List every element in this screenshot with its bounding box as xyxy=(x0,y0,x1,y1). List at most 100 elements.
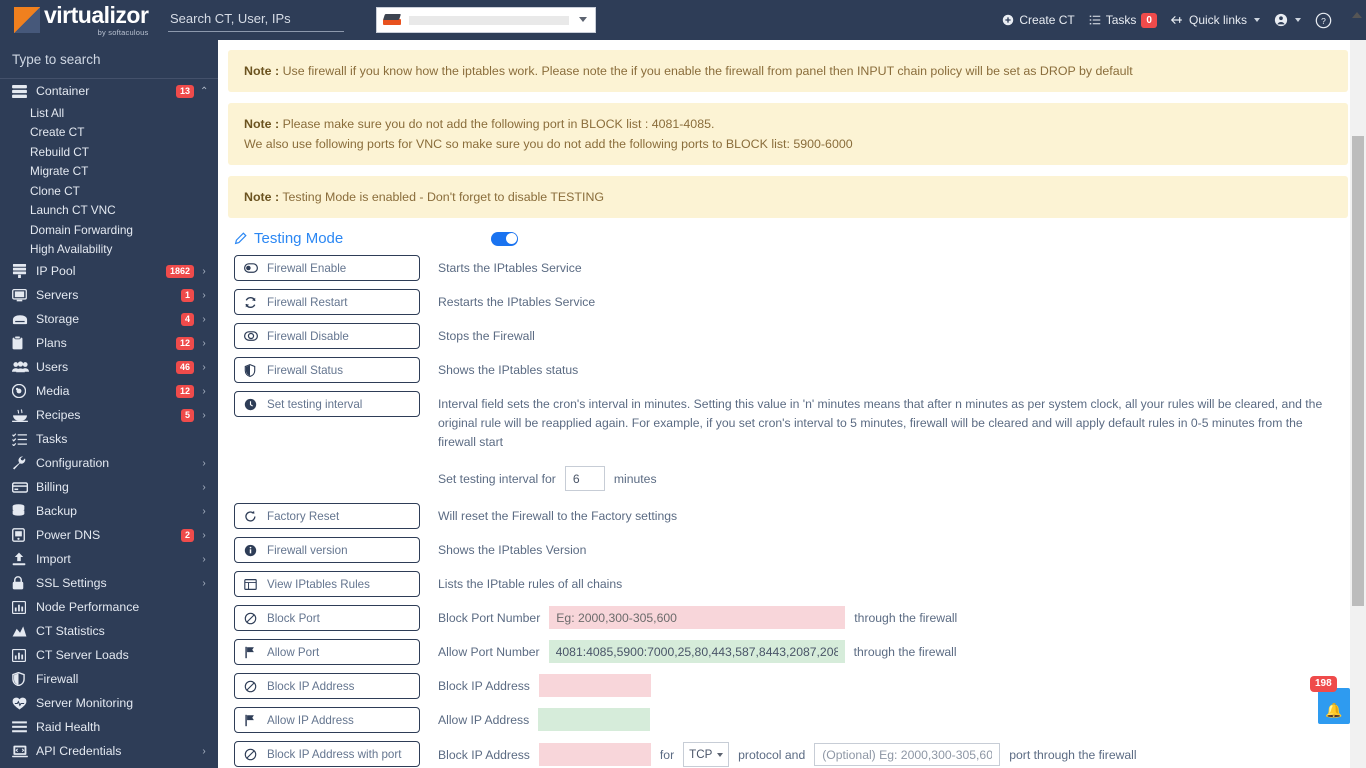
shield-icon xyxy=(12,672,29,686)
button-label: Factory Reset xyxy=(267,509,340,523)
firewall-disable-button[interactable]: Firewall Disable xyxy=(234,323,420,350)
sidebar-subitem-rebuild-ct[interactable]: Rebuild CT xyxy=(0,142,218,162)
block-port-input[interactable] xyxy=(549,606,846,630)
sidebar-item-server-monitoring[interactable]: Server Monitoring xyxy=(0,691,218,715)
button-label: Firewall version xyxy=(267,543,348,557)
server-select-dropdown[interactable] xyxy=(376,7,596,33)
sidebar-item-users[interactable]: Users 46 › xyxy=(0,355,218,379)
virtualizor-logo-icon xyxy=(14,7,40,33)
firewall-status-button[interactable]: Firewall Status xyxy=(234,357,420,384)
allow-ip-input[interactable] xyxy=(538,708,651,732)
block-ip-port-input[interactable] xyxy=(814,743,1001,767)
task-list-icon xyxy=(1089,15,1100,25)
scrollbar-thumb[interactable] xyxy=(1352,136,1364,606)
block-ip-port-ip-input[interactable] xyxy=(538,743,651,767)
server-select-placeholder-bar xyxy=(409,15,569,25)
sidebar-item-container[interactable]: Container 13 ⌃ xyxy=(0,79,218,103)
factory-reset-button[interactable]: Factory Reset xyxy=(234,503,420,530)
sidebar-item-media[interactable]: Media 12 › xyxy=(0,379,218,403)
sidebar-search-input[interactable] xyxy=(0,40,218,79)
toggle-on-icon xyxy=(244,263,258,274)
allow-ip-address-button[interactable]: Allow IP Address xyxy=(234,707,420,734)
sidebar-item-api-credentials[interactable]: API Credentials › xyxy=(0,739,218,763)
sidebar-item-logs[interactable]: Logs› xyxy=(0,763,218,768)
sidebar-item-backup[interactable]: Backup › xyxy=(0,499,218,523)
global-search-input[interactable] xyxy=(168,8,344,32)
row-firewall-version: Firewall version Shows the IPtables Vers… xyxy=(234,537,1348,564)
block-ip-with-port-button[interactable]: Block IP Address with port xyxy=(234,741,420,768)
sidebar-item-raid-health[interactable]: Raid Health xyxy=(0,715,218,739)
help-circle-icon: ? xyxy=(1315,12,1332,28)
sidebar-item-label: Servers xyxy=(36,288,79,302)
sidebar-item-label: Media xyxy=(36,384,70,398)
help-button[interactable]: ? xyxy=(1315,12,1332,29)
sidebar-item-ip-pool[interactable]: IP Pool 1862 › xyxy=(0,259,218,283)
firewall-version-button[interactable]: Firewall version xyxy=(234,537,420,564)
info-icon xyxy=(244,544,258,557)
bar-chart-icon xyxy=(12,600,29,614)
header-actions: Create CT Tasks 0 Quick links ? xyxy=(1002,12,1366,29)
sidebar-item-billing[interactable]: Billing › xyxy=(0,475,218,499)
create-ct-button[interactable]: Create CT xyxy=(1002,13,1075,27)
firewall-restart-button[interactable]: Firewall Restart xyxy=(234,289,420,316)
sidebar-item-label: Billing xyxy=(36,480,69,494)
sidebar-subitem-migrate-ct[interactable]: Migrate CT xyxy=(0,162,218,182)
row-firewall-disable: Firewall Disable Stops the Firewall xyxy=(234,323,1348,350)
block-port-label: Block Port Number xyxy=(438,610,541,625)
testing-mode-toggle[interactable] xyxy=(491,231,519,246)
block-ip-protocol-select[interactable]: TCP xyxy=(683,742,730,768)
sidebar-item-import[interactable]: Import › xyxy=(0,547,218,571)
sidebar-item-tasks[interactable]: Tasks xyxy=(0,427,218,451)
sidebar-item-ssl-settings[interactable]: SSL Settings › xyxy=(0,571,218,595)
sidebar-subitem-create-ct[interactable]: Create CT xyxy=(0,123,218,143)
sidebar-item-badge: 46 xyxy=(175,360,194,374)
view-iptables-rules-button[interactable]: View IPtables Rules xyxy=(234,571,420,598)
sidebar-subitem-launch-ct-vnc[interactable]: Launch CT VNC xyxy=(0,201,218,221)
block-port-button[interactable]: Block Port xyxy=(234,605,420,632)
brand-logo[interactable]: virtualizor by softaculous xyxy=(0,3,156,37)
sidebar-item-power-dns[interactable]: Power DNS 2 › xyxy=(0,523,218,547)
notifications-widget[interactable]: 198 🔔 xyxy=(1310,676,1350,724)
sidebar-item-ct-statistics[interactable]: CT Statistics xyxy=(0,619,218,643)
tasks-button[interactable]: Tasks 0 xyxy=(1089,12,1157,28)
block-icon xyxy=(244,748,258,761)
sidebar-item-badge: 4 xyxy=(180,312,194,326)
set-testing-interval-button[interactable]: Set testing interval xyxy=(234,391,420,418)
sidebar-subitem-domain-forwarding[interactable]: Domain Forwarding xyxy=(0,220,218,240)
clock-icon xyxy=(244,398,258,411)
chevron-down-icon xyxy=(579,17,587,22)
block-ip-port-field-row: Block IP Address for TCP protocol and po… xyxy=(438,741,1137,768)
task-list-icon xyxy=(12,432,29,446)
sidebar-item-configuration[interactable]: Configuration › xyxy=(0,451,218,475)
sidebar-item-storage[interactable]: Storage 4 › xyxy=(0,307,218,331)
sidebar-item-servers[interactable]: Servers 1 › xyxy=(0,283,218,307)
block-ip-address-button[interactable]: Block IP Address xyxy=(234,673,420,700)
sidebar-item-node-performance[interactable]: Node Performance xyxy=(0,595,218,619)
sidebar-item-ct-server-loads[interactable]: CT Server Loads xyxy=(0,643,218,667)
firewall-enable-button[interactable]: Firewall Enable xyxy=(234,255,420,282)
scroll-up-arrow[interactable] xyxy=(1352,12,1362,18)
sidebar-item-badge: 12 xyxy=(175,384,194,398)
sidebar-subitem-high-availability[interactable]: High Availability xyxy=(0,240,218,260)
row-allow-ip-address: Allow IP Address Allow IP Address xyxy=(234,707,1348,734)
button-label: Block IP Address xyxy=(267,679,355,693)
row-block-ip-address: Block IP Address Block IP Address xyxy=(234,673,1348,700)
sidebar-subitem-list-all[interactable]: List All xyxy=(0,103,218,123)
account-menu[interactable] xyxy=(1274,13,1301,27)
sidebar-item-plans[interactable]: Plans 12 › xyxy=(0,331,218,355)
sidebar-subitem-clone-ct[interactable]: Clone CT xyxy=(0,181,218,201)
block-ip-input[interactable] xyxy=(538,674,651,698)
sidebar-item-label: Users xyxy=(36,360,69,374)
allow-port-input[interactable] xyxy=(548,640,845,664)
testing-interval-input[interactable] xyxy=(564,466,605,492)
sidebar-item-recipes[interactable]: Recipes 5 › xyxy=(0,403,218,427)
note-text: Testing Mode is enabled - Don't forget t… xyxy=(282,190,605,205)
quick-links-label: Quick links xyxy=(1188,13,1247,27)
page-scrollbar[interactable] xyxy=(1350,40,1366,768)
sidebar-item-firewall[interactable]: Firewall xyxy=(0,667,218,691)
tasks-label: Tasks xyxy=(1105,13,1137,27)
server-stack-icon xyxy=(12,84,29,98)
quick-links-menu[interactable]: Quick links xyxy=(1170,13,1260,27)
block-ip-field-row: Block IP Address xyxy=(438,673,651,698)
allow-port-button[interactable]: Allow Port xyxy=(234,639,420,666)
